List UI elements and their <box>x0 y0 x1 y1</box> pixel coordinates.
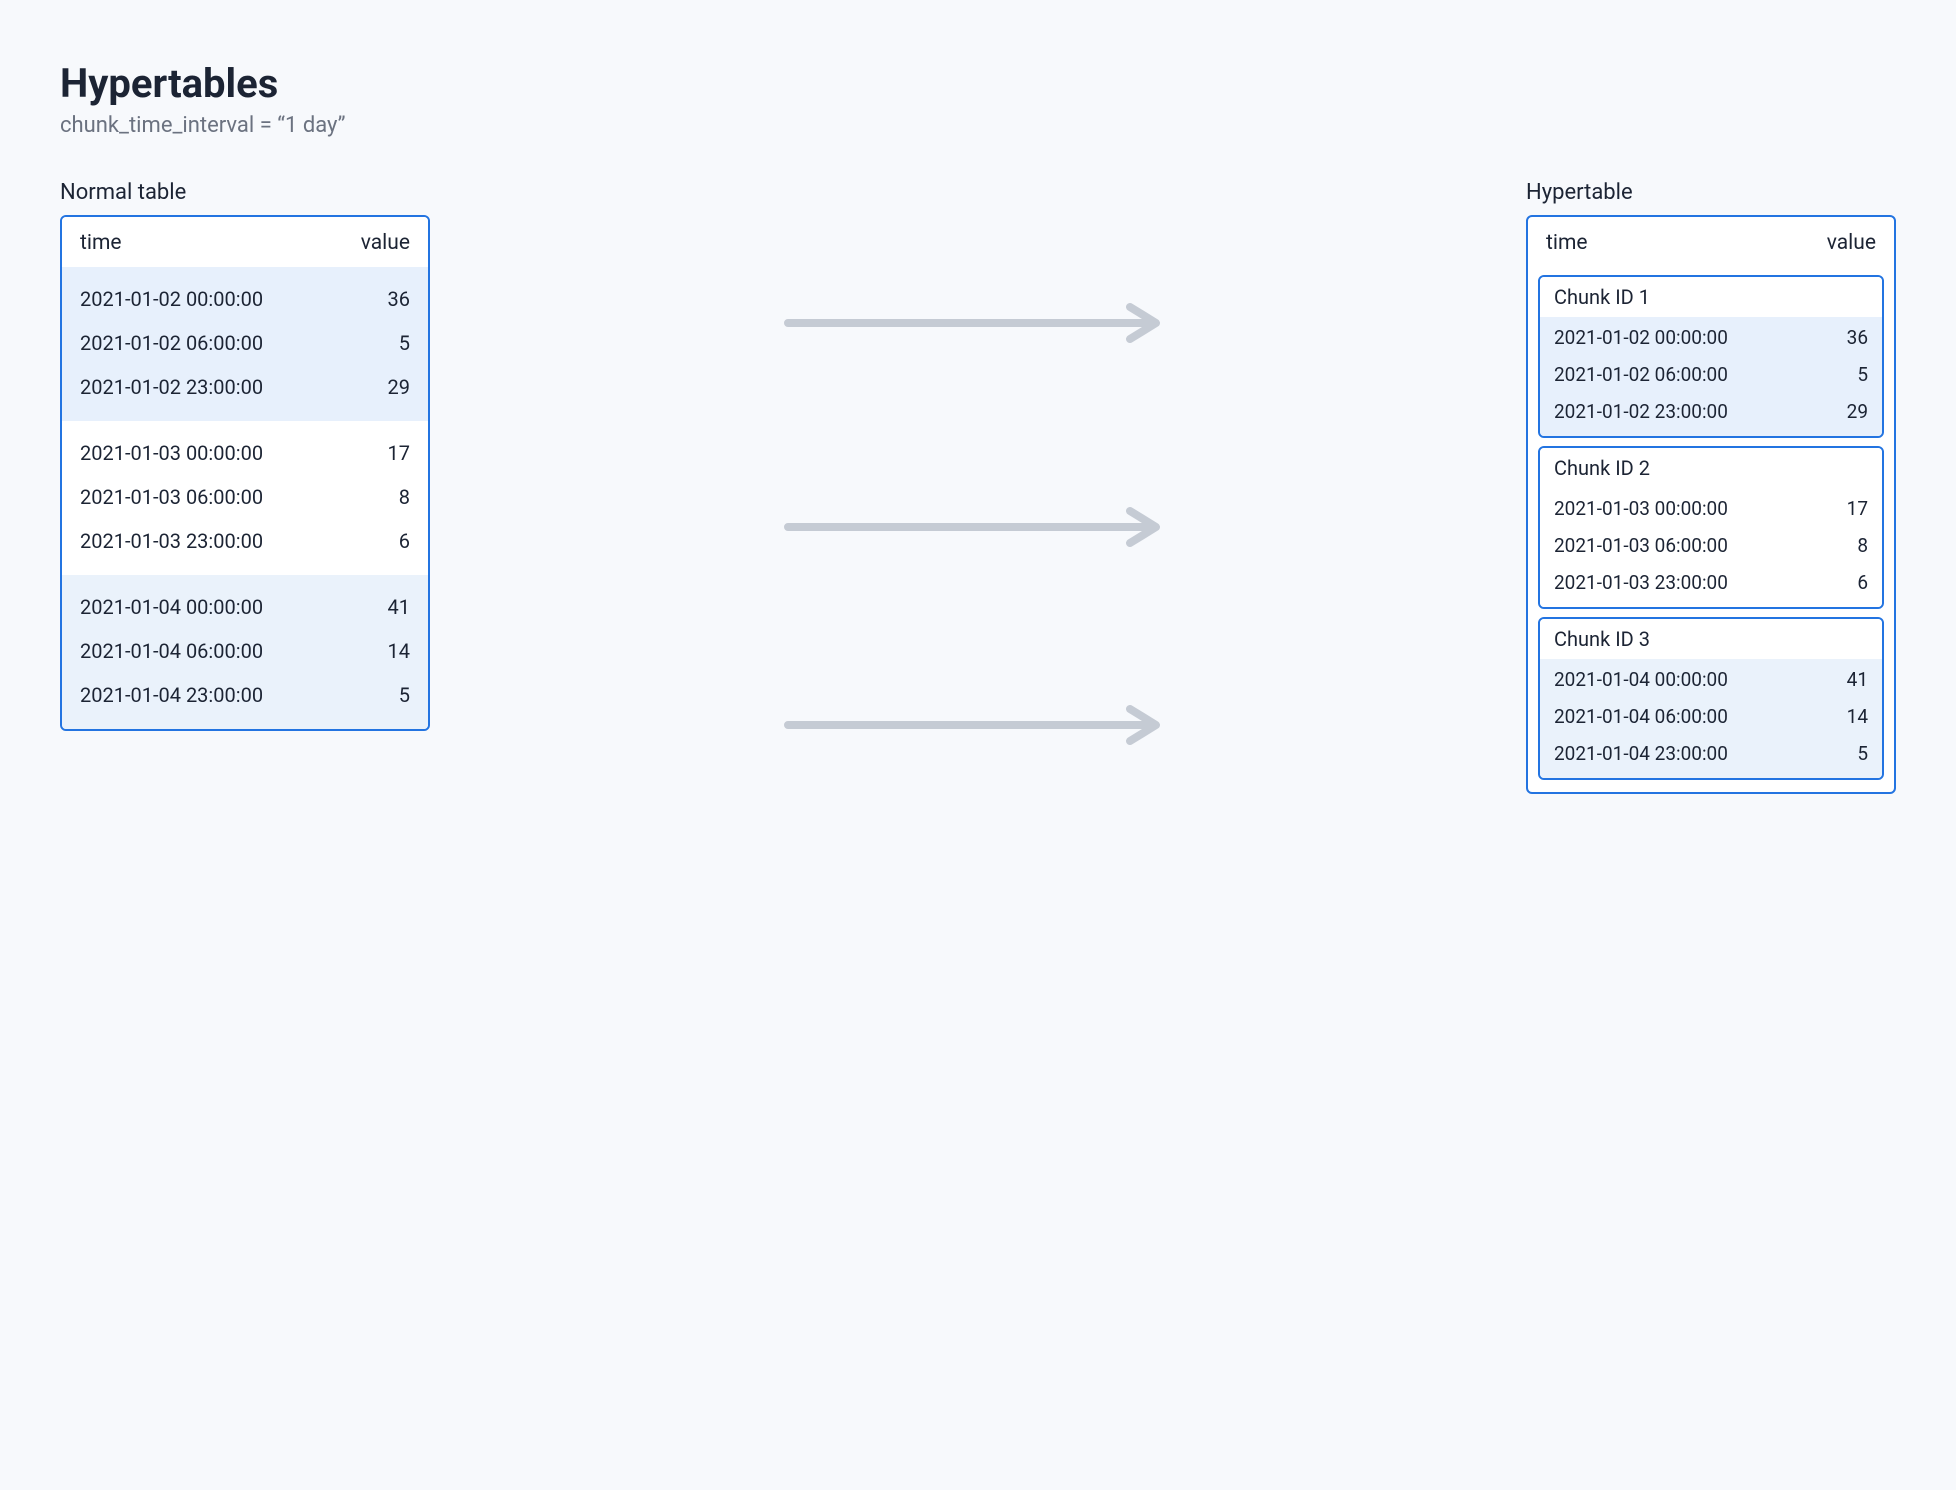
time-cell: 2021-01-04 00:00:00 <box>80 595 340 619</box>
time-cell: 2021-01-02 00:00:00 <box>1554 326 1798 349</box>
value-cell: 14 <box>1798 705 1868 728</box>
table-row: 2021-01-02 06:00:005 <box>80 321 410 365</box>
value-cell: 36 <box>1798 326 1868 349</box>
normal-table-label: Normal table <box>60 180 430 205</box>
normal-table-box: time value 2021-01-02 00:00:00362021-01-… <box>60 215 430 731</box>
table-row: 2021-01-03 23:00:006 <box>1554 564 1868 601</box>
table-row: 2021-01-03 06:00:008 <box>80 475 410 519</box>
value-cell: 29 <box>1798 400 1868 423</box>
value-cell: 17 <box>340 441 410 465</box>
value-cell: 6 <box>1798 571 1868 594</box>
arrow-2 <box>460 428 1496 626</box>
table-row: 2021-01-03 06:00:008 <box>1554 527 1868 564</box>
normal-table-column: Normal table time value 2021-01-02 00:00… <box>60 180 430 731</box>
value-cell: 5 <box>1798 363 1868 386</box>
arrow-right-icon <box>460 301 1496 345</box>
time-cell: 2021-01-04 00:00:00 <box>1554 668 1798 691</box>
arrows-column <box>430 180 1526 824</box>
value-cell: 8 <box>1798 534 1868 557</box>
chunk-header: Chunk ID 2 <box>1540 448 1882 488</box>
arrow-right-icon <box>460 505 1496 549</box>
page-title: Hypertables <box>60 60 1896 107</box>
table-row: 2021-01-02 23:00:0029 <box>1554 393 1868 430</box>
table-row: 2021-01-03 00:00:0017 <box>80 431 410 475</box>
table-row: 2021-01-02 06:00:005 <box>1554 356 1868 393</box>
value-cell: 8 <box>340 485 410 509</box>
normal-table-header: time value <box>62 217 428 267</box>
table-row: 2021-01-02 23:00:0029 <box>80 365 410 409</box>
normal-table-group: 2021-01-04 00:00:00412021-01-04 06:00:00… <box>62 575 428 729</box>
value-cell: 41 <box>340 595 410 619</box>
table-row: 2021-01-04 23:00:005 <box>1554 735 1868 772</box>
arrow-1 <box>460 218 1496 428</box>
arrow-3 <box>460 626 1496 824</box>
table-row: 2021-01-02 00:00:0036 <box>80 277 410 321</box>
table-row: 2021-01-04 06:00:0014 <box>80 629 410 673</box>
time-cell: 2021-01-02 00:00:00 <box>80 287 340 311</box>
chunk-header: Chunk ID 3 <box>1540 619 1882 659</box>
header-time: time <box>80 231 340 255</box>
table-row: 2021-01-02 00:00:0036 <box>1554 319 1868 356</box>
header-value: value <box>340 231 410 255</box>
value-cell: 29 <box>340 375 410 399</box>
time-cell: 2021-01-04 06:00:00 <box>80 639 340 663</box>
time-cell: 2021-01-03 23:00:00 <box>80 529 340 553</box>
header-value: value <box>1806 231 1876 255</box>
time-cell: 2021-01-03 00:00:00 <box>1554 497 1798 520</box>
chunk: Chunk ID 22021-01-03 00:00:00172021-01-0… <box>1538 446 1884 609</box>
table-row: 2021-01-04 00:00:0041 <box>80 585 410 629</box>
table-row: 2021-01-04 23:00:005 <box>80 673 410 717</box>
chunk-body: 2021-01-02 00:00:00362021-01-02 06:00:00… <box>1540 317 1882 436</box>
value-cell: 14 <box>340 639 410 663</box>
normal-table-group: 2021-01-02 00:00:00362021-01-02 06:00:00… <box>62 267 428 421</box>
time-cell: 2021-01-04 06:00:00 <box>1554 705 1798 728</box>
time-cell: 2021-01-04 23:00:00 <box>1554 742 1798 765</box>
hypertable-label: Hypertable <box>1526 180 1896 205</box>
value-cell: 41 <box>1798 668 1868 691</box>
page-subtitle: chunk_time_interval = “1 day” <box>60 113 1896 138</box>
time-cell: 2021-01-02 23:00:00 <box>80 375 340 399</box>
hypertable-column: Hypertable time value Chunk ID 12021-01-… <box>1526 180 1896 794</box>
table-row: 2021-01-04 00:00:0041 <box>1554 661 1868 698</box>
value-cell: 6 <box>340 529 410 553</box>
chunk-body: 2021-01-03 00:00:00172021-01-03 06:00:00… <box>1540 488 1882 607</box>
hypertable-header: time value <box>1538 217 1884 267</box>
value-cell: 5 <box>1798 742 1868 765</box>
diagram-columns: Normal table time value 2021-01-02 00:00… <box>60 180 1896 824</box>
chunk-header: Chunk ID 1 <box>1540 277 1882 317</box>
time-cell: 2021-01-03 23:00:00 <box>1554 571 1798 594</box>
hypertable-box: time value Chunk ID 12021-01-02 00:00:00… <box>1526 215 1896 794</box>
time-cell: 2021-01-03 06:00:00 <box>80 485 340 509</box>
time-cell: 2021-01-02 23:00:00 <box>1554 400 1798 423</box>
normal-table-group: 2021-01-03 00:00:00172021-01-03 06:00:00… <box>62 421 428 575</box>
time-cell: 2021-01-02 06:00:00 <box>80 331 340 355</box>
time-cell: 2021-01-04 23:00:00 <box>80 683 340 707</box>
arrow-right-icon <box>460 703 1496 747</box>
value-cell: 36 <box>340 287 410 311</box>
chunk: Chunk ID 12021-01-02 00:00:00362021-01-0… <box>1538 275 1884 438</box>
value-cell: 17 <box>1798 497 1868 520</box>
time-cell: 2021-01-03 06:00:00 <box>1554 534 1798 557</box>
time-cell: 2021-01-02 06:00:00 <box>1554 363 1798 386</box>
table-row: 2021-01-03 23:00:006 <box>80 519 410 563</box>
chunk: Chunk ID 32021-01-04 00:00:00412021-01-0… <box>1538 617 1884 780</box>
header-time: time <box>1546 231 1806 255</box>
time-cell: 2021-01-03 00:00:00 <box>80 441 340 465</box>
value-cell: 5 <box>340 683 410 707</box>
table-row: 2021-01-04 06:00:0014 <box>1554 698 1868 735</box>
value-cell: 5 <box>340 331 410 355</box>
table-row: 2021-01-03 00:00:0017 <box>1554 490 1868 527</box>
chunk-body: 2021-01-04 00:00:00412021-01-04 06:00:00… <box>1540 659 1882 778</box>
